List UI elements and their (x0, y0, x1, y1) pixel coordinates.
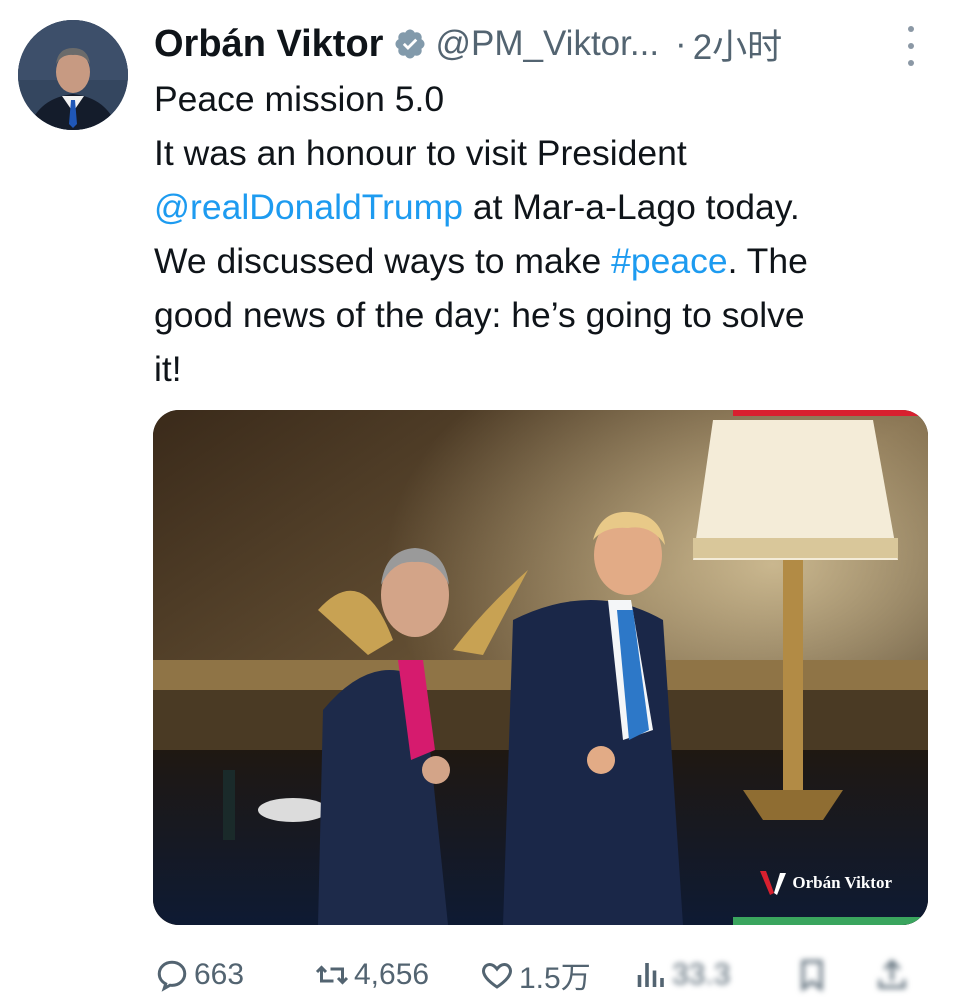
like-icon (482, 962, 512, 989)
photo-illustration (153, 410, 928, 925)
author-handle[interactable]: @PM_Viktor... (435, 24, 659, 64)
hashtag-link[interactable]: #peace (611, 241, 727, 281)
watermark-logo-icon (760, 871, 787, 895)
bookmark-icon (801, 960, 823, 992)
retweet-button[interactable]: 4,656 (314, 957, 429, 993)
like-button[interactable]: 1.5万 (479, 953, 591, 997)
tweet-photo[interactable]: Orbán Viktor (153, 410, 928, 925)
tweet-line: Peace mission 5.0 (154, 79, 445, 119)
tweet-header: Orbán Viktor @PM_Viktor... · 2小时 (154, 18, 920, 70)
more-options-icon[interactable] (906, 26, 916, 66)
watermark-text: Orbán Viktor (792, 873, 892, 892)
accent-red-bar (733, 410, 928, 416)
tweet-line: it! (154, 349, 182, 389)
separator-dot: · (675, 24, 687, 63)
accent-green-bar (733, 917, 928, 925)
views-icon (637, 963, 664, 987)
reply-icon (157, 960, 187, 992)
tweet-text: Peace mission 5.0 It was an honour to vi… (154, 72, 944, 396)
share-button[interactable] (874, 957, 914, 993)
like-count: 1.5万 (519, 962, 591, 995)
mention-link[interactable]: @realDonaldTrump (154, 187, 463, 227)
watermark: Orbán Viktor (760, 871, 892, 895)
tweet-text-fragment: . The (727, 241, 808, 281)
author-name[interactable]: Orbán Viktor (154, 23, 383, 66)
bookmark-button[interactable] (794, 957, 834, 993)
tweet-line: We discussed ways to make #peace. The (154, 234, 944, 288)
tweet-timestamp[interactable]: 2小时 (693, 19, 782, 70)
action-bar: 663 4,656 1.5万 33.3 (154, 950, 944, 1000)
tweet-line: It was an honour to visit President (154, 133, 687, 173)
tweet-text-fragment: at Mar-a-Lago today. (462, 187, 800, 227)
retweet-icon (315, 965, 349, 985)
tweet-text-fragment: We discussed ways to make (154, 241, 612, 281)
retweet-count: 4,656 (354, 958, 430, 991)
author-avatar[interactable] (18, 20, 128, 130)
views-count: 33.3 (672, 958, 731, 991)
tweet-line: good news of the day: he’s going to solv… (154, 295, 805, 335)
share-icon (878, 959, 906, 989)
reply-button[interactable]: 663 (154, 957, 244, 993)
verified-badge-icon (395, 29, 425, 59)
reply-count: 663 (194, 958, 245, 991)
views-button[interactable]: 33.3 (632, 957, 730, 993)
tweet-line: @realDonaldTrump at Mar-a-Lago today. (154, 180, 944, 234)
